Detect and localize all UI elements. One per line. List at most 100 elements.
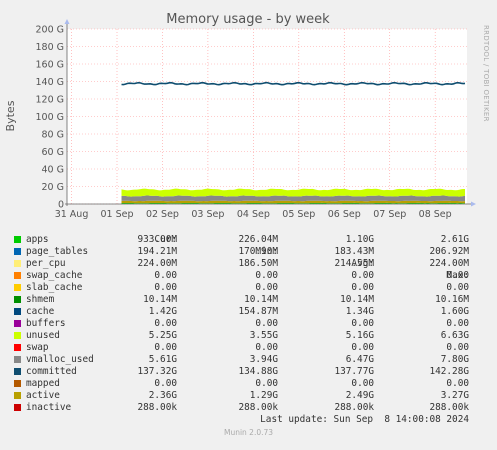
legend-max: 0.00: [446, 378, 469, 390]
legend-name: buffers: [26, 318, 66, 330]
legend-min: 154.87M: [238, 306, 278, 318]
x-tick-label: 31 Aug: [55, 209, 89, 220]
legend-cur: 10.14M: [143, 294, 177, 306]
x-tick-label: 06 Sep: [328, 209, 361, 220]
legend-max: 206.92M: [429, 246, 469, 258]
x-tick-label: 02 Sep: [146, 209, 179, 220]
legend-row-vmalloc-used: vmalloc_used 5.61G 3.94G 6.47G 7.80G: [12, 354, 482, 366]
chart-title: Memory usage - by week: [166, 12, 330, 27]
x-tick-label: 04 Sep: [237, 209, 270, 220]
y-tick-label: 80 G: [42, 130, 64, 141]
legend-cur: 0.00: [154, 282, 177, 294]
legend-swatch: [14, 332, 21, 339]
legend-min: 186.50M: [238, 258, 278, 270]
legend-min: 3.94G: [250, 354, 278, 366]
legend-min: 10.14M: [244, 294, 278, 306]
y-tick-label: 20 G: [42, 182, 64, 193]
legend-avg: 137.77G: [334, 366, 374, 378]
legend-swatch: [14, 236, 21, 243]
legend-min: 0.00: [255, 282, 278, 294]
legend-name: inactive: [26, 402, 71, 414]
legend-cur: 288.00k: [137, 402, 177, 414]
legend-swatch: [14, 296, 21, 303]
last-update: Last update: Sun Sep 8 14:00:08 2024: [260, 414, 469, 426]
legend-row-inactive: inactive 288.00k 288.00k 288.00k 288.00k: [12, 402, 482, 414]
y-tick-label: 140 G: [35, 77, 64, 88]
legend-name: vmalloc_used: [26, 354, 94, 366]
legend-row-swap-cache: swap_cache0.000.000.000.00: [12, 270, 482, 282]
legend-avg: 214.55M: [334, 258, 374, 270]
legend-row-committed: committed 137.32G 134.88G 137.77G 142.28G: [12, 366, 482, 378]
legend-row-per-cpu: per_cpu224.00M186.50M214.55M224.00M: [12, 258, 482, 270]
legend-cur: 5.61G: [149, 354, 177, 366]
legend-cur: 0.00: [154, 378, 177, 390]
legend-avg: 0.00: [351, 270, 374, 282]
legend-row-cache: cache1.42G154.87M1.34G1.60G: [12, 306, 482, 318]
legend-max: 224.00M: [429, 258, 469, 270]
x-tick-label: 03 Sep: [191, 209, 224, 220]
y-tick-label: 120 G: [35, 95, 64, 106]
x-tick-label: 05 Sep: [282, 209, 315, 220]
legend-name: apps: [26, 234, 49, 246]
legend-cur: 1.42G: [149, 306, 177, 318]
legend-swatch: [14, 260, 21, 267]
legend-avg: 1.10G: [346, 234, 374, 246]
legend-avg: 0.00: [351, 282, 374, 294]
legend-swatch: [14, 344, 21, 351]
legend-row-unused: unused5.25G3.55G5.16G6.63G: [12, 330, 482, 342]
legend-avg: 1.34G: [346, 306, 374, 318]
y-tick-label: 60 G: [42, 147, 64, 158]
legend-row-mapped: mapped 0.00 0.00 0.00 0.00: [12, 378, 482, 390]
legend-min: 3.55G: [250, 330, 278, 342]
legend-min: 1.29G: [250, 390, 278, 402]
legend-avg: 288.00k: [334, 402, 374, 414]
legend-avg: 6.47G: [346, 354, 374, 366]
x-tick-label: 07 Sep: [373, 209, 406, 220]
legend-name: cache: [26, 306, 54, 318]
y-tick-label: 40 G: [42, 165, 64, 176]
legend-max: 3.27G: [441, 390, 469, 402]
legend-name: swap: [26, 342, 49, 354]
x-tick-label: 08 Sep: [419, 209, 452, 220]
memory-chart: Memory usage - by week Bytes RRDTOOL / T…: [0, 0, 497, 222]
legend-cur: 933.00M: [137, 234, 177, 246]
legend-swatch: [14, 284, 21, 291]
legend-min: 134.88G: [238, 366, 278, 378]
legend-max: 0.00: [446, 270, 469, 282]
legend-cur: 0.00: [154, 270, 177, 282]
legend-max: 0.00: [446, 342, 469, 354]
legend-cur: 0.00: [154, 318, 177, 330]
legend-avg: 183.43M: [334, 246, 374, 258]
legend-row-page-tables: page_tables194.21M170.90M183.43M206.92M: [12, 246, 482, 258]
y-tick-label: 180 G: [35, 42, 64, 53]
legend-row-apps: apps933.00M226.04M1.10G2.61G: [12, 234, 482, 246]
legend-min: 0.00: [255, 318, 278, 330]
rrdtool-credit: RRDTOOL / TOBI OETIKER: [482, 25, 490, 122]
legend-min: 288.00k: [238, 402, 278, 414]
legend-row-slab-cache: slab_cache0.000.000.000.00: [12, 282, 482, 294]
legend-swatch: [14, 308, 21, 315]
legend-max: 288.00k: [429, 402, 469, 414]
last-update-row: Last update: Sun Sep 8 14:00:08 2024: [12, 414, 482, 426]
y-tick-label: 100 G: [35, 112, 64, 123]
legend-name: mapped: [26, 378, 60, 390]
legend-max: 7.80G: [441, 354, 469, 366]
legend-max: 2.61G: [441, 234, 469, 246]
y-tick-label: 160 G: [35, 60, 64, 71]
legend-cur: 2.36G: [149, 390, 177, 402]
legend-max: 0.00: [446, 282, 469, 294]
legend-swatch: [14, 272, 21, 279]
legend-cur: 137.32G: [137, 366, 177, 378]
legend-avg: 2.49G: [346, 390, 374, 402]
legend-max: 142.28G: [429, 366, 469, 378]
legend-min: 0.00: [255, 378, 278, 390]
legend: Cur: Min: Avg: Max: apps933.00M226.04M1.…: [12, 222, 482, 426]
legend-name: per_cpu: [26, 258, 66, 270]
legend-swatch: [14, 392, 21, 399]
legend-min: 0.00: [255, 342, 278, 354]
legend-row-swap: swap0.000.000.000.00: [12, 342, 482, 354]
legend-name: committed: [26, 366, 77, 378]
legend-swatch: [14, 248, 21, 255]
legend-rows: apps933.00M226.04M1.10G2.61Gpage_tables1…: [12, 234, 482, 414]
legend-avg: 0.00: [351, 378, 374, 390]
